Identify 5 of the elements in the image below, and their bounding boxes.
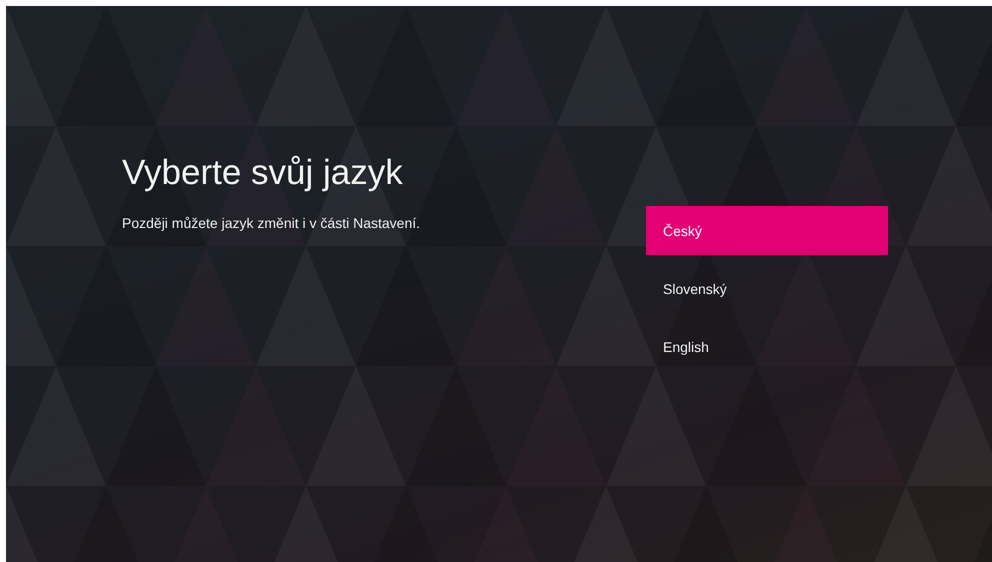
language-option[interactable]: Český xyxy=(646,206,888,255)
subtitle-text: Později můžete jazyk změnit i v části Nastavení. xyxy=(122,215,422,231)
screen-title: Vyberte svůj jazyk xyxy=(122,152,404,194)
language-option[interactable]: English xyxy=(646,322,888,371)
language-option[interactable]: Slovenský xyxy=(646,264,888,313)
